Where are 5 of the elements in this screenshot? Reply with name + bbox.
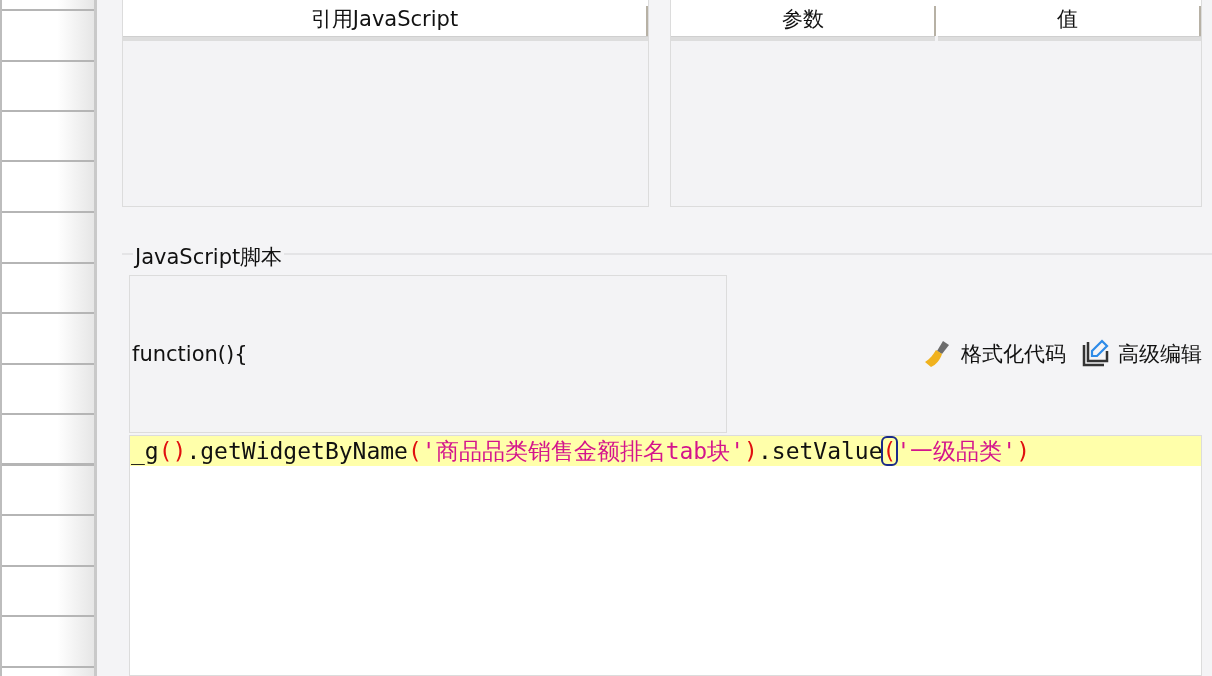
advanced-edit-button[interactable]: 高级编辑 [1080,338,1202,370]
edit-icon [1080,339,1110,369]
format-code-button[interactable]: 格式化代码 [921,338,1066,370]
code-header: function(){ [129,275,727,433]
section-legend: JavaScript脚本 [133,243,285,271]
